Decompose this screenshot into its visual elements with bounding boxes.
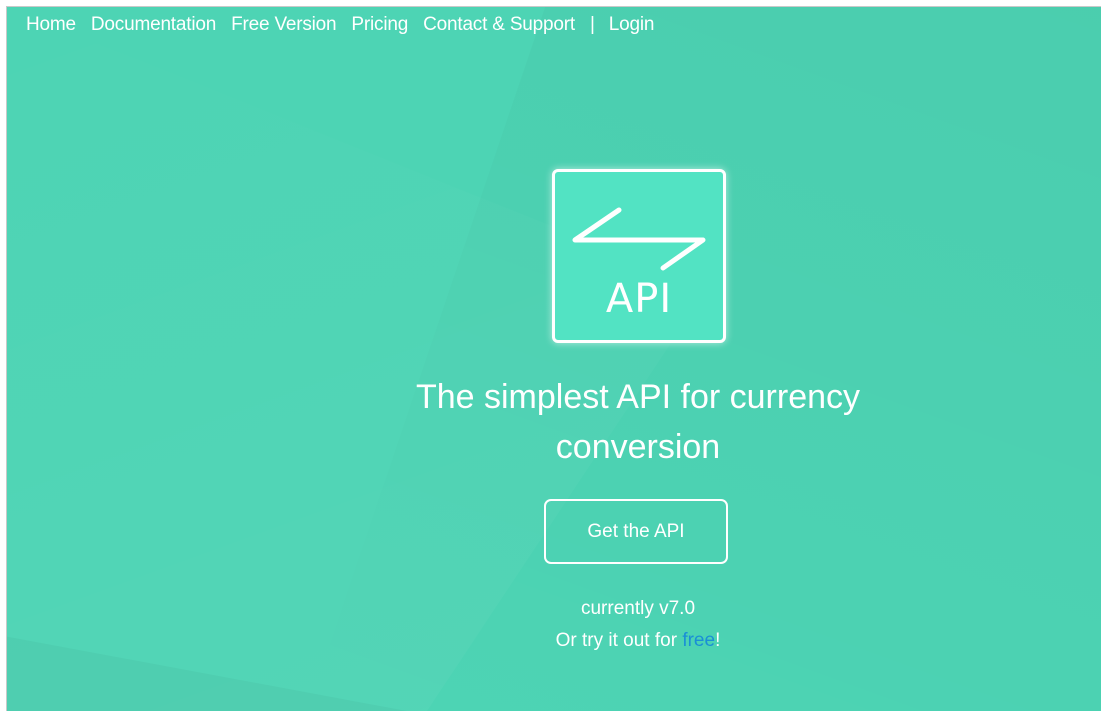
- free-link[interactable]: free: [682, 630, 715, 651]
- api-logo: API: [552, 169, 726, 343]
- top-nav: Home Documentation Free Version Pricing …: [26, 14, 669, 36]
- try-suffix: !: [715, 630, 721, 651]
- nav-item-home[interactable]: Home: [26, 14, 76, 36]
- nav-separator: |: [589, 14, 595, 35]
- version-text: currently v7.0: [580, 598, 696, 619]
- nav-item-login[interactable]: Login: [609, 14, 655, 36]
- nav-item-documentation[interactable]: Documentation: [91, 14, 216, 36]
- get-the-api-button[interactable]: Get the API: [544, 499, 728, 564]
- hero-headline: The simplest API for currency conversion: [415, 378, 861, 466]
- nav-item-contact-support[interactable]: Contact & Support: [423, 14, 575, 36]
- try-free-line: Or try it out for free!: [438, 630, 838, 652]
- try-prefix: Or try it out for: [555, 630, 683, 651]
- nav-item-pricing[interactable]: Pricing: [351, 14, 408, 36]
- background-shape: [7, 637, 407, 711]
- logo-text: API: [605, 276, 673, 322]
- nav-item-free-version[interactable]: Free Version: [231, 14, 337, 36]
